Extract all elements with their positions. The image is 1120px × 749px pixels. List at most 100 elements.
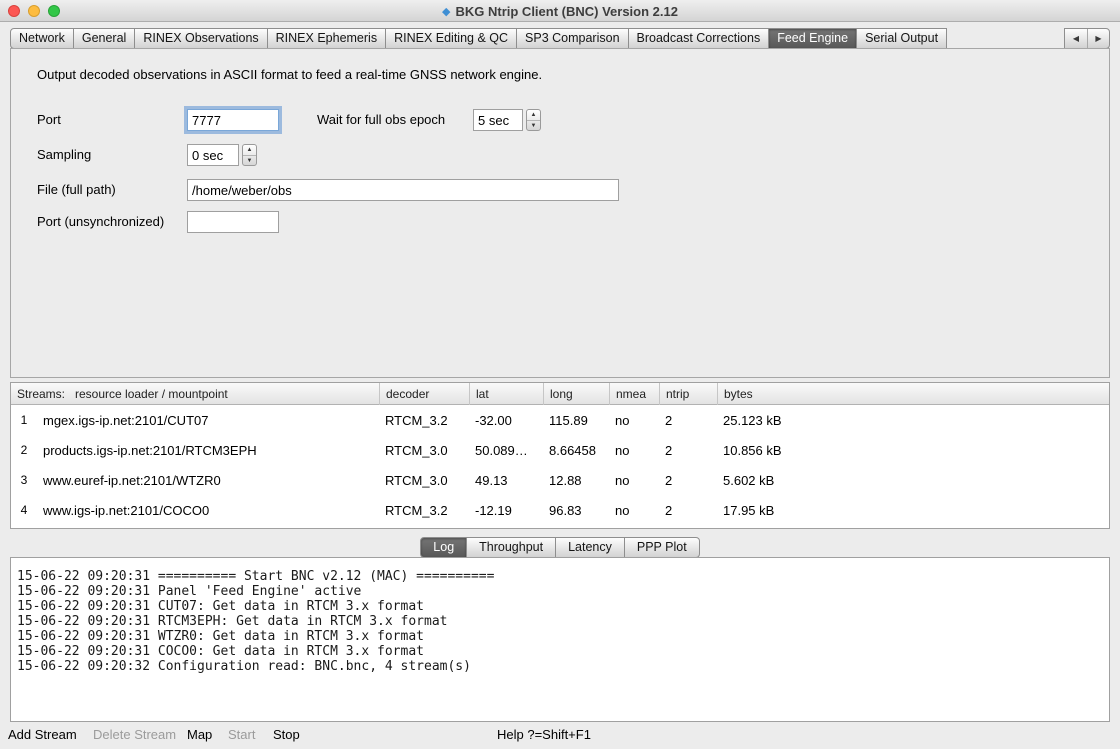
wait-epoch-input[interactable]: [473, 109, 523, 131]
cell-long: 115.89: [543, 413, 609, 428]
tab-network[interactable]: Network: [10, 28, 74, 49]
bnc-window: ◆ BKG Ntrip Client (BNC) Version 2.12 Ne…: [0, 0, 1120, 749]
tab-throughput[interactable]: Throughput: [467, 537, 556, 558]
port-input[interactable]: [187, 109, 279, 131]
sampling-row: Sampling ▲ ▼: [11, 144, 1109, 166]
help-label: Help ?=Shift+F1: [497, 722, 591, 749]
port-unsync-input[interactable]: [187, 211, 279, 233]
tab-scroll-right-icon[interactable]: ▶: [1087, 29, 1109, 48]
delete-stream-button[interactable]: Delete Stream: [93, 722, 176, 749]
file-row: File (full path): [11, 179, 1109, 201]
bottom-tabbar: Log Throughput Latency PPP Plot: [0, 537, 1120, 558]
cell-mountpoint: www.euref-ip.net:2101/WTZR0: [37, 473, 379, 488]
cell-lat: 50.089…: [469, 443, 543, 458]
cell-mountpoint: www.igs-ip.net:2101/COCO0: [37, 503, 379, 518]
stepper-up-icon[interactable]: ▲: [527, 110, 540, 121]
tab-rinex-ephemeris[interactable]: RINEX Ephemeris: [268, 28, 386, 49]
header-ntrip[interactable]: ntrip: [659, 383, 717, 405]
table-row[interactable]: 2 products.igs-ip.net:2101/RTCM3EPH RTCM…: [11, 435, 1109, 465]
tab-scroll-left-icon[interactable]: ◀: [1065, 29, 1087, 48]
stop-button[interactable]: Stop: [273, 722, 300, 749]
log-line: 15-06-22 09:20:31 Panel 'Feed Engine' ac…: [17, 584, 1109, 599]
cell-long: 12.88: [543, 473, 609, 488]
tab-general[interactable]: General: [74, 28, 135, 49]
port-row: Port Wait for full obs epoch ▲ ▼: [11, 109, 1109, 131]
table-header: Streams: resource loader / mountpoint de…: [11, 383, 1109, 405]
tab-scroll-buttons: ◀ ▶: [1064, 28, 1110, 49]
file-label: File (full path): [37, 179, 116, 201]
cell-long: 96.83: [543, 503, 609, 518]
action-bar: Add Stream Delete Stream Map Start Stop …: [0, 722, 1120, 749]
header-bytes[interactable]: bytes: [717, 383, 1109, 405]
sampling-input[interactable]: [187, 144, 239, 166]
log-line: 15-06-22 09:20:32 Configuration read: BN…: [17, 659, 1109, 674]
window-title: ◆ BKG Ntrip Client (BNC) Version 2.12: [0, 0, 1120, 22]
wait-epoch-label: Wait for full obs epoch: [317, 109, 445, 131]
cell-nmea: no: [609, 443, 659, 458]
port-unsync-row: Port (unsynchronized): [11, 211, 1109, 233]
cell-decoder: RTCM_3.2: [379, 503, 469, 518]
stepper-down-icon[interactable]: ▼: [527, 121, 540, 131]
cell-long: 8.66458: [543, 443, 609, 458]
sampling-label: Sampling: [37, 144, 91, 166]
header-lat[interactable]: lat: [469, 383, 543, 405]
streams-table: Streams: resource loader / mountpoint de…: [10, 382, 1110, 529]
start-button[interactable]: Start: [228, 722, 255, 749]
tab-sp3-comparison[interactable]: SP3 Comparison: [517, 28, 629, 49]
tab-latency[interactable]: Latency: [556, 537, 625, 558]
tab-ppp-plot[interactable]: PPP Plot: [625, 537, 700, 558]
stepper-up-icon[interactable]: ▲: [243, 145, 256, 156]
zoom-button[interactable]: [48, 5, 60, 17]
cell-bytes: 5.602 kB: [717, 473, 1109, 488]
tab-rinex-editing-qc[interactable]: RINEX Editing & QC: [386, 28, 517, 49]
tab-log[interactable]: Log: [420, 537, 467, 558]
log-line: 15-06-22 09:20:31 WTZR0: Get data in RTC…: [17, 629, 1109, 644]
main-tabbar: Network General RINEX Observations RINEX…: [10, 28, 1110, 49]
sampling-stepper[interactable]: ▲ ▼: [242, 144, 257, 166]
stepper-down-icon[interactable]: ▼: [243, 156, 256, 166]
app-icon: ◆: [442, 5, 450, 18]
table-row[interactable]: 4 www.igs-ip.net:2101/COCO0 RTCM_3.2 -12…: [11, 495, 1109, 525]
cell-nmea: no: [609, 503, 659, 518]
row-number: 2: [11, 443, 37, 457]
row-number: 4: [11, 503, 37, 517]
file-path-input[interactable]: [187, 179, 619, 201]
header-streams-mountpoint[interactable]: Streams: resource loader / mountpoint: [11, 383, 379, 405]
log-line: 15-06-22 09:20:31 COCO0: Get data in RTC…: [17, 644, 1109, 659]
cell-decoder: RTCM_3.0: [379, 473, 469, 488]
traffic-lights: [8, 5, 60, 17]
minimize-button[interactable]: [28, 5, 40, 17]
cell-lat: -32.00: [469, 413, 543, 428]
header-long[interactable]: long: [543, 383, 609, 405]
close-button[interactable]: [8, 5, 20, 17]
cell-mountpoint: products.igs-ip.net:2101/RTCM3EPH: [37, 443, 379, 458]
log-line: 15-06-22 09:20:31 RTCM3EPH: Get data in …: [17, 614, 1109, 629]
row-number: 3: [11, 473, 37, 487]
tab-broadcast-corrections[interactable]: Broadcast Corrections: [629, 28, 770, 49]
table-row[interactable]: 3 www.euref-ip.net:2101/WTZR0 RTCM_3.0 4…: [11, 465, 1109, 495]
titlebar[interactable]: ◆ BKG Ntrip Client (BNC) Version 2.12: [0, 0, 1120, 22]
port-unsync-label: Port (unsynchronized): [37, 211, 164, 233]
tab-rinex-observations[interactable]: RINEX Observations: [135, 28, 267, 49]
tabbar-filler: [947, 28, 1064, 49]
cell-bytes: 25.123 kB: [717, 413, 1109, 428]
cell-ntrip: 2: [659, 443, 717, 458]
map-button[interactable]: Map: [187, 722, 212, 749]
row-number: 1: [11, 413, 37, 427]
cell-ntrip: 2: [659, 473, 717, 488]
table-row[interactable]: 1 mgex.igs-ip.net:2101/CUT07 RTCM_3.2 -3…: [11, 405, 1109, 435]
cell-bytes: 10.856 kB: [717, 443, 1109, 458]
cell-lat: 49.13: [469, 473, 543, 488]
cell-decoder: RTCM_3.0: [379, 443, 469, 458]
add-stream-button[interactable]: Add Stream: [8, 722, 77, 749]
cell-mountpoint: mgex.igs-ip.net:2101/CUT07: [37, 413, 379, 428]
cell-decoder: RTCM_3.2: [379, 413, 469, 428]
tab-serial-output[interactable]: Serial Output: [857, 28, 947, 49]
window-title-text: BKG Ntrip Client (BNC) Version 2.12: [455, 4, 677, 19]
header-decoder[interactable]: decoder: [379, 383, 469, 405]
wait-epoch-stepper[interactable]: ▲ ▼: [526, 109, 541, 131]
log-line: 15-06-22 09:20:31 CUT07: Get data in RTC…: [17, 599, 1109, 614]
log-panel[interactable]: 15-06-22 09:20:31 ========== Start BNC v…: [10, 557, 1110, 722]
tab-feed-engine[interactable]: Feed Engine: [769, 28, 857, 49]
header-nmea[interactable]: nmea: [609, 383, 659, 405]
